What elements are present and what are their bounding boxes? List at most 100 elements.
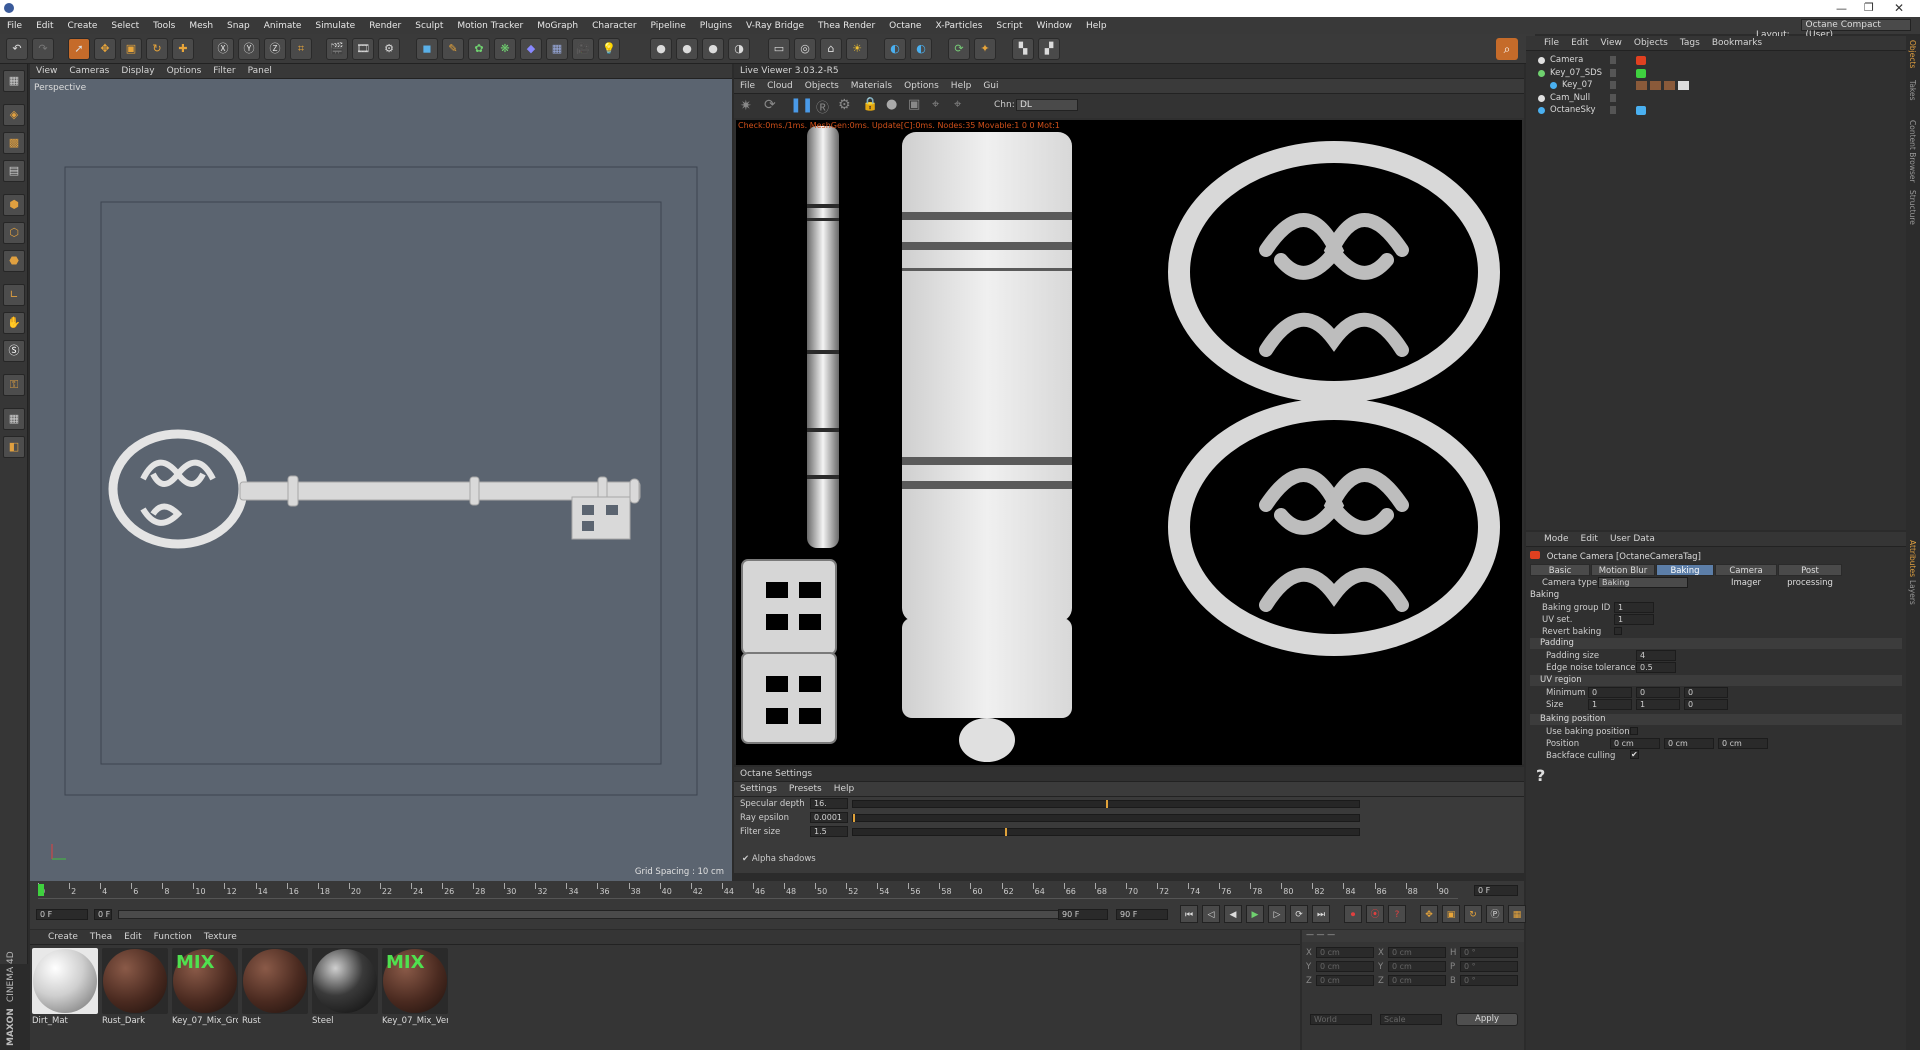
viewport-menu-display[interactable]: Display (115, 66, 160, 76)
material-tag-icon[interactable] (1636, 81, 1647, 90)
viewport-menu-options[interactable]: Options (161, 66, 208, 76)
perspective-viewport[interactable]: View Cameras Display Options Filter Panel Per… (30, 64, 732, 881)
size-x-field[interactable]: 1 (1588, 699, 1632, 710)
grid-lock-icon[interactable]: ▦ (3, 408, 25, 430)
tab-baking[interactable]: Baking (1656, 564, 1714, 576)
help-icon[interactable]: ? (1536, 766, 1545, 785)
viewport-menu-cameras[interactable]: Cameras (63, 66, 115, 76)
octane-plane-icon[interactable]: ▭ (768, 38, 790, 60)
octane-setting-field[interactable]: 1.5 (810, 826, 848, 837)
restore-icon[interactable]: ❐ (1864, 1, 1874, 14)
octane-camera-icon[interactable]: ⌂ (820, 38, 842, 60)
cloner-icon[interactable]: ❋ (494, 38, 516, 60)
coord-field[interactable]: 0 cm (1316, 947, 1374, 958)
object-name[interactable]: Key_07_SDS (1550, 67, 1602, 80)
material-name[interactable]: Dirt_Mat (32, 1016, 98, 1026)
material-tag-icon[interactable] (1664, 81, 1675, 90)
live-viewer-menu-objects[interactable]: Objects (799, 81, 845, 91)
octane-tag-b-icon[interactable]: ◐ (910, 38, 932, 60)
move-tool-icon[interactable]: ✥ (94, 38, 116, 60)
snap-icon[interactable]: Ⓢ (3, 340, 25, 362)
material-swatch[interactable] (32, 948, 98, 1014)
position-x-field[interactable]: 0 cm (1610, 738, 1660, 749)
menu-window[interactable]: Window (1030, 21, 1080, 31)
floor-icon[interactable]: ▦ (546, 38, 568, 60)
visibility-dots-icon[interactable] (1610, 106, 1616, 114)
menu-select[interactable]: Select (104, 21, 146, 31)
auto-key-icon[interactable]: ⦿ (1366, 905, 1384, 923)
key-position-icon[interactable]: ✥ (1420, 905, 1438, 923)
octane-setting-field[interactable]: 0.0001 (810, 812, 848, 823)
menu-octane[interactable]: Octane (882, 21, 928, 31)
octane-mix-icon[interactable]: ◑ (728, 38, 750, 60)
coord-field[interactable]: 0 cm (1388, 975, 1446, 986)
material-menu-create[interactable]: Create (42, 932, 84, 942)
object-tag-icon[interactable] (1636, 68, 1646, 78)
viewport-menu-filter[interactable]: Filter (207, 66, 241, 76)
model-mode-icon[interactable]: ◈ (3, 104, 25, 126)
material-menu-edit[interactable]: Edit (118, 932, 147, 942)
object-row[interactable]: Key_07_SDS (1526, 67, 1906, 80)
menu-pipeline[interactable]: Pipeline (644, 21, 693, 31)
material-swatch[interactable] (312, 948, 378, 1014)
size-z-field[interactable]: 0 (1684, 699, 1728, 710)
menu-x-particles[interactable]: X-Particles (928, 21, 989, 31)
tab-basic[interactable]: Basic (1530, 564, 1590, 576)
object-menu-objects[interactable]: Objects (1628, 38, 1674, 48)
object-menu-bookmarks[interactable]: Bookmarks (1706, 38, 1768, 48)
go-to-start-icon[interactable]: ⏮ (1180, 905, 1198, 923)
menu-mograph[interactable]: MoGraph (530, 21, 585, 31)
object-row[interactable]: OctaneSky (1526, 104, 1906, 117)
material-name[interactable]: Rust (242, 1016, 308, 1026)
uv-region-section[interactable]: UV region (1530, 675, 1902, 686)
octane-tag-a-icon[interactable]: ◐ (884, 38, 906, 60)
solo-icon[interactable]: ◧ (3, 436, 25, 458)
keyframe-selection-icon[interactable]: ? (1388, 905, 1406, 923)
axis-mode-icon[interactable]: ∟ (3, 284, 25, 306)
redo-icon[interactable]: ↷ (32, 38, 54, 60)
material-name[interactable]: Rust_Dark (102, 1016, 168, 1026)
slider-handle[interactable] (853, 814, 855, 822)
render-region-icon[interactable]: Ⓡ (816, 97, 829, 116)
material-name[interactable]: Key_07_Mix_Grou (172, 1016, 238, 1026)
tab-post-processing[interactable]: Post processing (1778, 564, 1842, 588)
octane-setting-slider[interactable] (852, 814, 1360, 822)
object-row[interactable]: Cam_Null (1526, 92, 1906, 105)
side-tab-takes[interactable]: Takes (1908, 80, 1917, 101)
object-tag-icon[interactable] (1636, 106, 1646, 115)
menu-snap[interactable]: Snap (220, 21, 257, 31)
tab-motion-blur[interactable]: Motion Blur (1591, 564, 1655, 576)
coord-field[interactable]: 0 cm (1388, 947, 1446, 958)
octane-dome-icon[interactable]: ◎ (794, 38, 816, 60)
material-tag-icon[interactable] (1678, 81, 1689, 90)
side-tab-objects[interactable]: Objects (1908, 40, 1917, 68)
render-view-icon[interactable]: 🎬 (326, 38, 348, 60)
coord-field[interactable]: 0 ° (1460, 975, 1518, 986)
subdivision-icon[interactable]: ✿ (468, 38, 490, 60)
add-tool-icon[interactable]: ✚ (172, 38, 194, 60)
octane-setting-field[interactable]: 16. (810, 798, 848, 809)
attribute-menu-mode[interactable]: Mode (1538, 534, 1575, 544)
side-tab-structure[interactable]: Structure (1908, 190, 1917, 225)
visibility-dots-icon[interactable] (1610, 93, 1616, 102)
revert-baking-checkbox[interactable] (1614, 627, 1622, 635)
end-frame-field[interactable]: 90 F (1116, 909, 1168, 920)
step-forward-icon[interactable]: ▷ (1268, 905, 1286, 923)
object-menu-tags[interactable]: Tags (1674, 38, 1706, 48)
clay-mode-icon[interactable]: ▣ (908, 97, 920, 112)
send-scene-icon[interactable]: ✷ (740, 98, 752, 114)
cube-icon[interactable]: ◼ (416, 38, 438, 60)
object-menu-file[interactable]: File (1538, 38, 1565, 48)
attribute-menu-edit[interactable]: Edit (1575, 534, 1604, 544)
position-y-field[interactable]: 0 cm (1664, 738, 1714, 749)
slider-handle[interactable] (1106, 800, 1108, 808)
octane-settings-menu-presets[interactable]: Presets (783, 784, 828, 794)
visibility-dots-icon[interactable] (1610, 56, 1616, 64)
minimum-y-field[interactable]: 0 (1636, 687, 1680, 698)
material-menu-thea[interactable]: Thea (84, 932, 118, 942)
padding-section[interactable]: Padding (1530, 638, 1902, 649)
material-name[interactable]: Steel (312, 1016, 378, 1026)
start-frame-field[interactable]: 0 F (36, 909, 88, 920)
alpha-shadows-checkbox[interactable]: ✔ Alpha shadows (742, 854, 816, 864)
search-tool-icon[interactable]: ⌕ (1496, 38, 1518, 60)
